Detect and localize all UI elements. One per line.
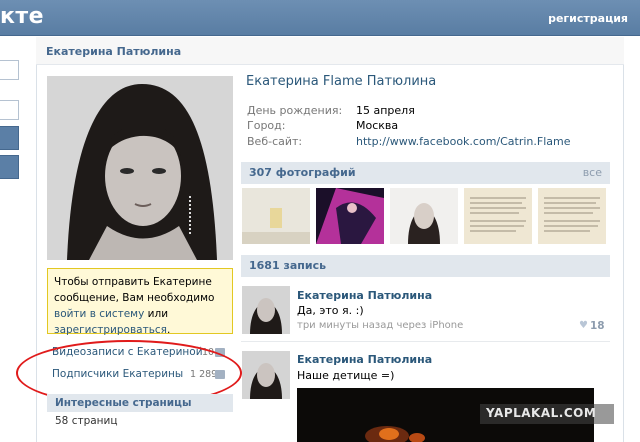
photo-text-icon xyxy=(464,188,532,244)
top-header: кте регистрация xyxy=(0,0,640,36)
photos-header[interactable]: 307 фотографий все xyxy=(241,162,610,184)
register-inline-link[interactable]: зарегистрироваться xyxy=(54,324,167,336)
profile-avatar[interactable] xyxy=(47,76,233,260)
photo-concert-icon xyxy=(316,188,384,244)
profile-name: Екатерина Flame Патюлина xyxy=(246,74,437,89)
photo-thumb-1[interactable] xyxy=(242,188,310,244)
wall-title: 1681 запись xyxy=(249,259,327,272)
site-logo[interactable]: кте xyxy=(0,4,44,29)
avatar-thumb-icon xyxy=(242,286,290,334)
city-value[interactable]: Москва xyxy=(356,119,398,132)
avatar-thumb-icon xyxy=(242,351,290,399)
notice-text: Чтобы отправить Екатерине сообщение, Вам… xyxy=(54,276,215,304)
post-meta[interactable]: три минуты назад через iPhone xyxy=(297,320,463,331)
photo-thumb-4[interactable] xyxy=(464,188,532,244)
interesting-pages-count: 58 страниц xyxy=(55,415,118,427)
photo-text-icon xyxy=(538,188,606,244)
watermark: YAPLAKAL.COM xyxy=(480,404,614,424)
login-button[interactable] xyxy=(0,126,19,150)
photo-thumb-3[interactable] xyxy=(390,188,458,244)
notice-text-or: или xyxy=(144,308,169,320)
login-email-input[interactable] xyxy=(0,60,19,80)
login-password-input[interactable] xyxy=(0,100,19,120)
post-text: Да, это я. :) xyxy=(297,304,364,317)
photos-title: 307 фотографий xyxy=(249,166,356,179)
post-divider xyxy=(241,341,610,342)
interesting-pages-title: Интересные страницы xyxy=(55,397,192,409)
avatar-photo-icon xyxy=(47,76,233,260)
register-link[interactable]: регистрация xyxy=(548,12,628,25)
birthday-label: День рождения: xyxy=(247,104,343,117)
photo-thumb-2[interactable] xyxy=(316,188,384,244)
post-avatar[interactable] xyxy=(242,286,290,334)
post-author[interactable]: Екатерина Патюлина xyxy=(297,353,432,366)
website-label: Веб-сайт: xyxy=(247,135,303,148)
page-title-bar: Екатерина Патюлина xyxy=(36,37,624,65)
photos-all-link[interactable]: все xyxy=(583,166,602,179)
notice-text-end: . xyxy=(166,324,171,336)
birthday-value: 15 апреля xyxy=(356,104,415,117)
photo-thumb-5[interactable] xyxy=(538,188,606,244)
photo-portrait-icon xyxy=(390,188,458,244)
website-link[interactable]: http://www.facebook.com/Catrin.Flame xyxy=(356,135,571,148)
page-title: Екатерина Патюлина xyxy=(46,45,182,58)
post-author[interactable]: Екатерина Патюлина xyxy=(297,289,432,302)
post-avatar[interactable] xyxy=(242,351,290,399)
heart-icon[interactable]: ♥ xyxy=(579,320,588,331)
login-link[interactable]: войти в систему xyxy=(54,308,144,320)
send-message-notice: Чтобы отправить Екатерине сообщение, Вам… xyxy=(47,268,233,336)
signup-button[interactable] xyxy=(0,155,19,179)
post-text: Наше детище =) xyxy=(297,369,395,382)
interesting-pages-header[interactable]: Интересные страницы xyxy=(47,394,233,412)
like-count[interactable]: 18 xyxy=(590,320,605,332)
city-label: Город: xyxy=(247,119,286,132)
photo-room-icon xyxy=(242,188,310,244)
wall-header[interactable]: 1681 запись xyxy=(241,255,610,277)
